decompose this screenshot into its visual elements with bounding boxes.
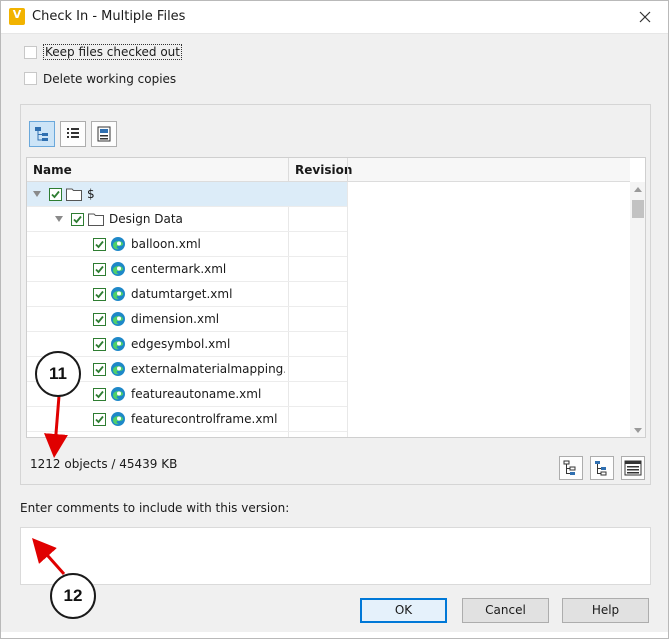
- comments-label: Enter comments to include with this vers…: [20, 501, 290, 515]
- settings-list-icon: [624, 460, 642, 476]
- table-row[interactable]: centermark.xml: [27, 257, 347, 282]
- checkmark-icon: [73, 215, 82, 224]
- row-checkbox[interactable]: [93, 313, 106, 326]
- row-label: externalmaterialmapping.x...: [131, 362, 285, 376]
- collapse-all-button[interactable]: [590, 456, 614, 480]
- row-checkbox[interactable]: [93, 263, 106, 276]
- title-bar: V Check In - Multiple Files: [0, 0, 669, 34]
- row-checkbox[interactable]: [49, 188, 62, 201]
- row-label: edgesymbol.xml: [131, 337, 231, 351]
- tree-view-button[interactable]: [29, 121, 55, 147]
- row-checkbox[interactable]: [93, 238, 106, 251]
- expand-arrow-icon[interactable]: [55, 216, 63, 222]
- keep-checked-out-text: Keep files checked out: [43, 44, 182, 60]
- row-label: Design Data: [109, 212, 183, 226]
- column-line: [347, 182, 348, 437]
- browser-file-icon: [110, 261, 126, 277]
- delete-working-copies-label[interactable]: Delete working copies: [43, 72, 176, 86]
- browser-file-icon: [110, 236, 126, 252]
- cancel-button[interactable]: Cancel: [462, 598, 549, 623]
- row-label: $: [87, 187, 95, 201]
- delete-working-copies-checkbox[interactable]: [24, 72, 37, 85]
- help-button[interactable]: Help: [562, 598, 649, 623]
- row-label: datumtarget.xml: [131, 287, 233, 301]
- checkmark-icon: [95, 265, 104, 274]
- row-checkbox[interactable]: [93, 338, 106, 351]
- keep-checked-out-checkbox[interactable]: [24, 46, 37, 59]
- comments-input[interactable]: [20, 527, 651, 585]
- grid-header: Name Revision: [27, 158, 630, 182]
- browser-file-icon: [110, 311, 126, 327]
- table-row[interactable]: featurecontrolframe.xml: [27, 407, 347, 432]
- checkmark-icon: [95, 415, 104, 424]
- row-checkbox[interactable]: [71, 213, 84, 226]
- row-label: centermark.xml: [131, 262, 227, 276]
- browser-file-icon: [110, 336, 126, 352]
- scroll-down-icon[interactable]: [634, 428, 642, 433]
- settings-list-button[interactable]: [621, 456, 645, 480]
- checkmark-icon: [95, 240, 104, 249]
- list-view-icon: [67, 128, 79, 138]
- folder-icon: [88, 212, 104, 226]
- checkmark-icon: [95, 390, 104, 399]
- browser-file-icon: [110, 286, 126, 302]
- callout-12: 12: [50, 573, 96, 619]
- checkmark-icon: [51, 190, 60, 199]
- expand-arrow-icon[interactable]: [33, 191, 41, 197]
- row-checkbox[interactable]: [93, 388, 106, 401]
- row-checkbox[interactable]: [93, 363, 106, 376]
- folder-icon: [66, 187, 82, 201]
- window-title: Check In - Multiple Files: [32, 9, 186, 24]
- scroll-thumb[interactable]: [632, 200, 644, 218]
- column-divider[interactable]: [288, 158, 289, 182]
- vertical-scrollbar[interactable]: [630, 182, 645, 437]
- keep-checked-out-label[interactable]: Keep files checked out: [43, 44, 182, 60]
- row-checkbox[interactable]: [93, 413, 106, 426]
- column-name[interactable]: Name: [33, 163, 72, 177]
- checkmark-icon: [95, 315, 104, 324]
- scroll-up-icon[interactable]: [634, 187, 642, 192]
- row-label: dimension.xml: [131, 312, 220, 326]
- browser-file-icon: [110, 361, 126, 377]
- details-view-icon: [97, 126, 111, 142]
- browser-file-icon: [110, 411, 126, 427]
- underlying-window-edge: [0, 632, 669, 639]
- row-label: featureautoname.xml: [131, 387, 262, 401]
- column-divider[interactable]: [347, 158, 348, 182]
- expand-all-icon: [563, 460, 576, 475]
- ok-button[interactable]: OK: [360, 598, 447, 623]
- table-row[interactable]: balloon.xml: [27, 232, 347, 257]
- list-view-button[interactable]: [60, 121, 86, 147]
- table-row[interactable]: dimension.xml: [27, 307, 347, 332]
- row-label: balloon.xml: [131, 237, 201, 251]
- table-row[interactable]: Design Data: [27, 207, 347, 232]
- callout-11: 11: [35, 351, 81, 397]
- column-revision[interactable]: Revision: [295, 163, 352, 177]
- expand-all-button[interactable]: [559, 456, 583, 480]
- collapse-all-icon: [595, 461, 607, 476]
- files-grid[interactable]: Name Revision $ Design Data balloon.xml cen…: [26, 157, 646, 438]
- tree-view-icon: [35, 127, 48, 141]
- row-label: featurecontrolframe.xml: [131, 412, 278, 426]
- close-icon: [639, 11, 651, 23]
- table-row[interactable]: $: [27, 182, 347, 207]
- table-row[interactable]: datumtarget.xml: [27, 282, 347, 307]
- close-button[interactable]: [632, 6, 658, 28]
- vault-app-icon: V: [9, 8, 25, 25]
- table-row[interactable]: edgesymbol.xml: [27, 332, 347, 357]
- row-checkbox[interactable]: [93, 288, 106, 301]
- details-view-button[interactable]: [91, 121, 117, 147]
- checkmark-icon: [95, 365, 104, 374]
- browser-file-icon: [110, 386, 126, 402]
- app-icon-letter: V: [12, 8, 22, 21]
- checkmark-icon: [95, 290, 104, 299]
- checkmark-icon: [95, 340, 104, 349]
- object-count-status: 1212 objects / 45439 KB: [30, 457, 178, 471]
